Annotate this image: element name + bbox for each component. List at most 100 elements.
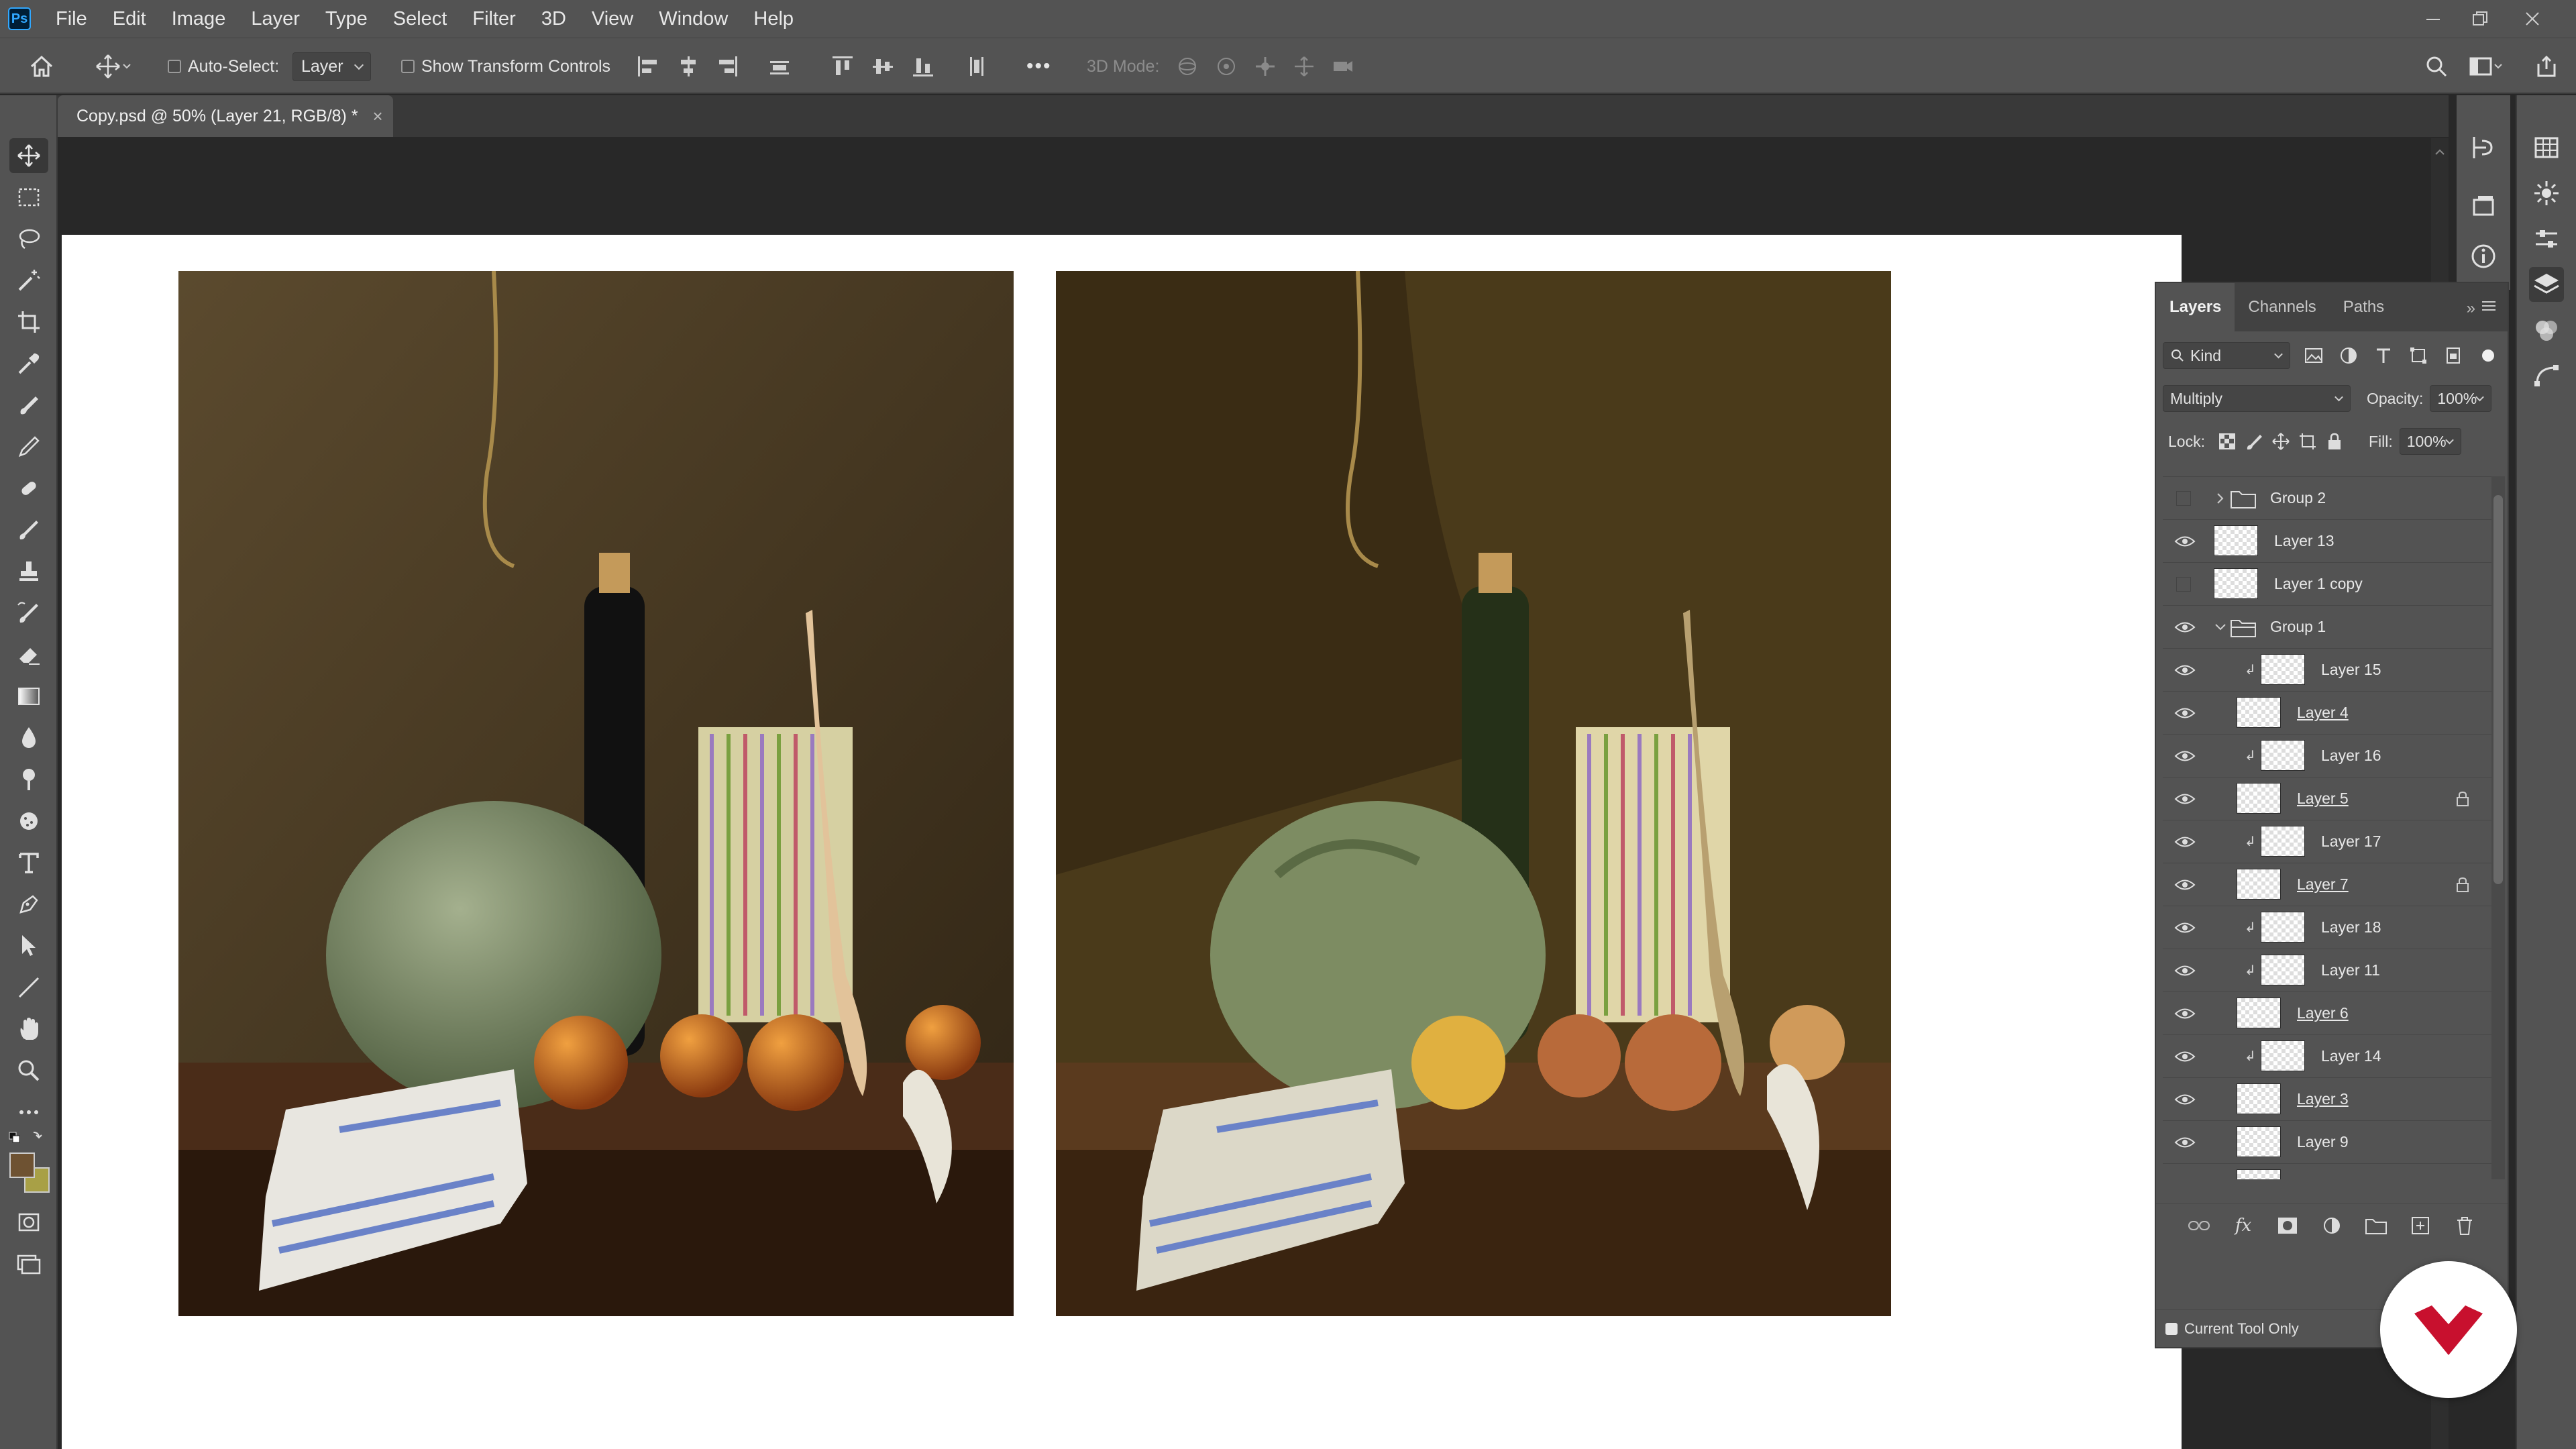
layer-row-group-2[interactable]: Group 2 xyxy=(2163,476,2494,519)
show-transform-checkbox[interactable] xyxy=(401,60,415,73)
layer-row-layer-16[interactable]: ↲ Layer 16 xyxy=(2163,734,2494,777)
layer-row-layer-1-copy[interactable]: Layer 1 copy xyxy=(2163,562,2494,605)
lock-position-button[interactable] xyxy=(2269,430,2292,453)
pen-tool[interactable] xyxy=(9,887,48,922)
visibility-toggle[interactable] xyxy=(2174,745,2196,767)
swatches-panel-button[interactable] xyxy=(2529,130,2564,165)
layer-row-layer-15[interactable]: ↲ Layer 15 xyxy=(2163,648,2494,691)
delete-layer-button[interactable] xyxy=(2453,1214,2477,1238)
adjustments-panel-button[interactable] xyxy=(2529,176,2564,211)
eraser-tool[interactable] xyxy=(9,637,48,672)
screen-mode-button[interactable] xyxy=(9,1246,48,1281)
menu-select[interactable]: Select xyxy=(380,8,460,30)
link-layers-button[interactable] xyxy=(2187,1214,2211,1238)
layer-row-layer-9[interactable]: Layer 9 xyxy=(2163,1120,2494,1163)
distribute-vertical-button[interactable] xyxy=(962,53,989,80)
layer-list-scroll-thumb[interactable] xyxy=(2493,495,2503,884)
menu-image[interactable]: Image xyxy=(159,8,239,30)
layer-row-layer-18[interactable]: ↲ Layer 18 xyxy=(2163,906,2494,949)
3d-slide-button[interactable] xyxy=(1291,53,1318,80)
align-hcenter-button[interactable] xyxy=(675,53,702,80)
lasso-tool[interactable] xyxy=(9,221,48,256)
channels-panel-button[interactable] xyxy=(2529,313,2564,347)
visibility-toggle[interactable] xyxy=(2174,916,2196,939)
properties-panel-button[interactable] xyxy=(2529,221,2564,256)
type-tool[interactable] xyxy=(9,845,48,880)
add-layer-style-button[interactable]: fx xyxy=(2231,1214,2255,1238)
3d-orbit-button[interactable] xyxy=(1174,53,1201,80)
tab-channels[interactable]: Channels xyxy=(2235,298,2329,331)
visibility-toggle[interactable] xyxy=(2174,616,2196,639)
menu-filter[interactable]: Filter xyxy=(460,8,528,30)
layer-filter-dropdown[interactable]: Kind xyxy=(2163,342,2290,369)
close-window-button[interactable] xyxy=(2509,0,2556,38)
align-bottom-button[interactable] xyxy=(910,53,936,80)
3d-roll-button[interactable] xyxy=(1213,53,1240,80)
menu-view[interactable]: View xyxy=(579,8,646,30)
filter-type-button[interactable] xyxy=(2372,344,2395,367)
search-button[interactable] xyxy=(2423,53,2450,80)
default-colors-swap[interactable] xyxy=(7,1126,51,1152)
crop-tool[interactable] xyxy=(9,305,48,339)
layer-row-layer-5[interactable]: Layer 5 xyxy=(2163,777,2494,820)
visibility-toggle-off[interactable] xyxy=(2176,490,2191,506)
visibility-toggle[interactable] xyxy=(2174,530,2196,553)
current-tool-only-checkbox[interactable] xyxy=(2165,1322,2178,1335)
align-vcenter-button[interactable] xyxy=(869,53,896,80)
tab-paths[interactable]: Paths xyxy=(2330,298,2398,331)
hand-tool[interactable] xyxy=(9,1012,48,1046)
home-button[interactable] xyxy=(28,53,55,80)
sponge-tool[interactable] xyxy=(9,804,48,839)
3d-pan-button[interactable] xyxy=(1252,53,1279,80)
layer-row-layer-11[interactable]: ↲ Layer 11 xyxy=(2163,949,2494,991)
opacity-input[interactable]: 100% xyxy=(2430,385,2492,412)
auto-select-checkbox[interactable] xyxy=(168,60,181,73)
filter-adjustment-button[interactable] xyxy=(2337,344,2360,367)
panel-menu-button[interactable] xyxy=(2479,297,2498,315)
magic-wand-tool[interactable] xyxy=(9,263,48,298)
filter-toggle-button[interactable] xyxy=(2477,344,2500,367)
new-layer-button[interactable] xyxy=(2408,1214,2432,1238)
marquee-tool[interactable] xyxy=(9,180,48,215)
menu-type[interactable]: Type xyxy=(313,8,380,30)
align-left-button[interactable] xyxy=(635,53,661,80)
more-options-button[interactable]: ••• xyxy=(1026,38,1052,95)
foreground-color-swatch[interactable] xyxy=(9,1152,35,1178)
visibility-toggle-off[interactable] xyxy=(2176,576,2191,592)
brush-tool-a[interactable] xyxy=(9,388,48,423)
layer-row-group-1[interactable]: Group 1 xyxy=(2163,605,2494,648)
workspace-switcher[interactable] xyxy=(2466,53,2506,80)
layer-row-layer-4[interactable]: Layer 4 xyxy=(2163,691,2494,734)
quick-mask-button[interactable] xyxy=(9,1205,48,1240)
auto-select-target[interactable]: Layer xyxy=(292,38,371,95)
dodge-tool[interactable] xyxy=(9,762,48,797)
auto-select-target-dropdown[interactable]: Layer xyxy=(292,52,371,81)
menu-window[interactable]: Window xyxy=(646,8,741,30)
menu-edit[interactable]: Edit xyxy=(100,8,159,30)
tab-layers[interactable]: Layers xyxy=(2156,283,2235,331)
visibility-toggle[interactable] xyxy=(2174,830,2196,853)
menu-layer[interactable]: Layer xyxy=(238,8,313,30)
new-adjustment-layer-button[interactable] xyxy=(2320,1214,2344,1238)
align-right-button[interactable] xyxy=(714,53,741,80)
zoom-tool[interactable] xyxy=(9,1053,48,1088)
visibility-toggle[interactable] xyxy=(2174,659,2196,682)
layer-row-layer-6[interactable]: Layer 6 xyxy=(2163,991,2494,1034)
line-tool[interactable] xyxy=(9,970,48,1005)
visibility-toggle[interactable] xyxy=(2174,788,2196,810)
history-brush-tool[interactable] xyxy=(9,596,48,631)
lock-artboard-button[interactable] xyxy=(2296,430,2319,453)
visibility-toggle[interactable] xyxy=(2174,1131,2196,1154)
blend-mode-dropdown[interactable]: Multiply xyxy=(2163,385,2351,412)
show-transform-option[interactable]: Show Transform Controls xyxy=(401,38,610,95)
spot-healing-tool[interactable] xyxy=(9,471,48,506)
minimize-button[interactable] xyxy=(2410,0,2457,38)
layers-panel-button[interactable] xyxy=(2529,267,2564,302)
close-tab-button[interactable]: × xyxy=(373,106,383,127)
lock-all-button[interactable] xyxy=(2323,430,2346,453)
clone-stamp-tool[interactable] xyxy=(9,554,48,589)
visibility-toggle[interactable] xyxy=(2174,1002,2196,1025)
layer-row-layer-13[interactable]: Layer 13 xyxy=(2163,519,2494,562)
libraries-panel-button[interactable] xyxy=(2466,189,2501,224)
move-tool[interactable] xyxy=(9,138,48,173)
